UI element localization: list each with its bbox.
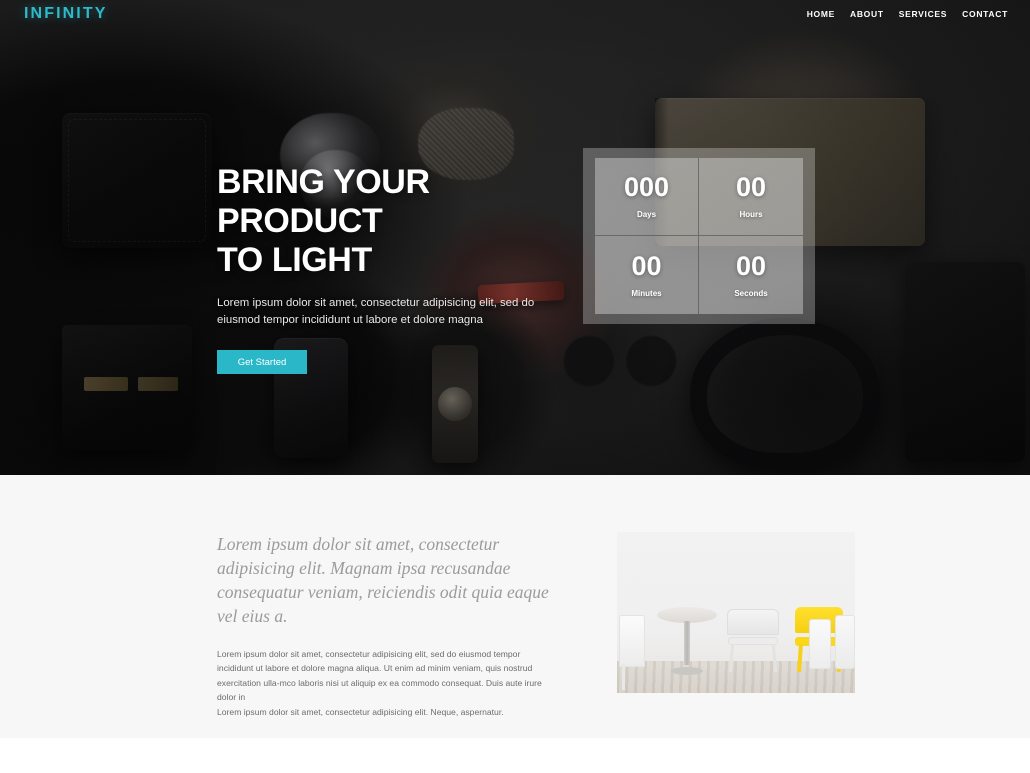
chair-white-2-seat [728,637,778,645]
about-content: Lorem ipsum dolor sit amet, consectetur … [217,532,855,719]
countdown-seconds-label: Seconds [734,288,768,298]
landing-page: INFINITY HOME ABOUT SERVICES CONTACT BRI… [0,0,1030,773]
about-section: Lorem ipsum dolor sit amet, consectetur … [0,475,1030,738]
countdown-seconds-value: 00 [735,250,767,281]
nav-item-home[interactable]: HOME [807,9,835,19]
chair-white-2-leg-right [771,643,778,673]
stool-pole [684,621,690,665]
chair-white-1 [619,615,645,690]
chair-white-4 [835,615,855,669]
countdown-days-label: Days [636,210,657,219]
hero-title-line-1: BRING YOUR PRODUCT [217,163,430,240]
hero-title: BRING YOUR PRODUCT TO LIGHT [217,163,567,280]
countdown-cell-minutes: 00 Minutes [595,236,699,314]
countdown-minutes-label: Minutes [631,288,662,298]
countdown-cell-seconds: 00 Seconds [699,236,803,314]
nav-item-contact[interactable]: CONTACT [962,9,1008,19]
site-logo[interactable]: INFINITY [24,5,107,23]
about-paragraph-1: Lorem ipsum dolor sit amet, consectetur … [217,649,542,703]
main-navigation: HOME ABOUT SERVICES CONTACT [807,9,1008,19]
chair-white-2-back [727,609,779,635]
hero-section: INFINITY HOME ABOUT SERVICES CONTACT BRI… [0,0,1030,475]
chair-yellow-leg-left [797,643,803,673]
countdown-days-value: 000 [623,172,670,202]
countdown-hours-label: Hours [739,210,763,219]
chair-white-3 [809,619,831,669]
countdown-minutes-value: 00 [631,250,662,281]
hero-title-line-2: TO LIGHT [217,241,372,279]
hero-content: BRING YOUR PRODUCT TO LIGHT Lorem ipsum … [217,163,567,374]
about-text-column: Lorem ipsum dolor sit amet, consectetur … [217,532,557,719]
about-body: Lorem ipsum dolor sit amet, consectetur … [217,647,555,719]
chair-white-2 [727,609,779,673]
countdown-cell-days: 000 Days [595,158,699,236]
page-footer-spacer [0,738,1030,773]
chair-white-2-leg-left [728,643,735,673]
stool-base [671,667,703,675]
countdown-hours-value: 00 [735,172,767,202]
stool-white [657,607,717,675]
about-paragraph-2: Lorem ipsum dolor sit amet, consectetur … [217,706,504,717]
countdown-timer: 000 Days 00 Hours 00 Minutes 00 Seconds [595,158,803,314]
about-image [617,532,855,693]
hero-subtitle: Lorem ipsum dolor sit amet, consectetur … [217,297,535,326]
countdown-cell-hours: 00 Hours [699,158,803,236]
get-started-button[interactable]: Get Started [217,350,307,374]
about-heading: Lorem ipsum dolor sit amet, consectetur … [217,534,549,626]
site-header: INFINITY HOME ABOUT SERVICES CONTACT [0,0,1030,28]
nav-item-about[interactable]: ABOUT [850,9,884,19]
nav-item-services[interactable]: SERVICES [899,9,947,19]
